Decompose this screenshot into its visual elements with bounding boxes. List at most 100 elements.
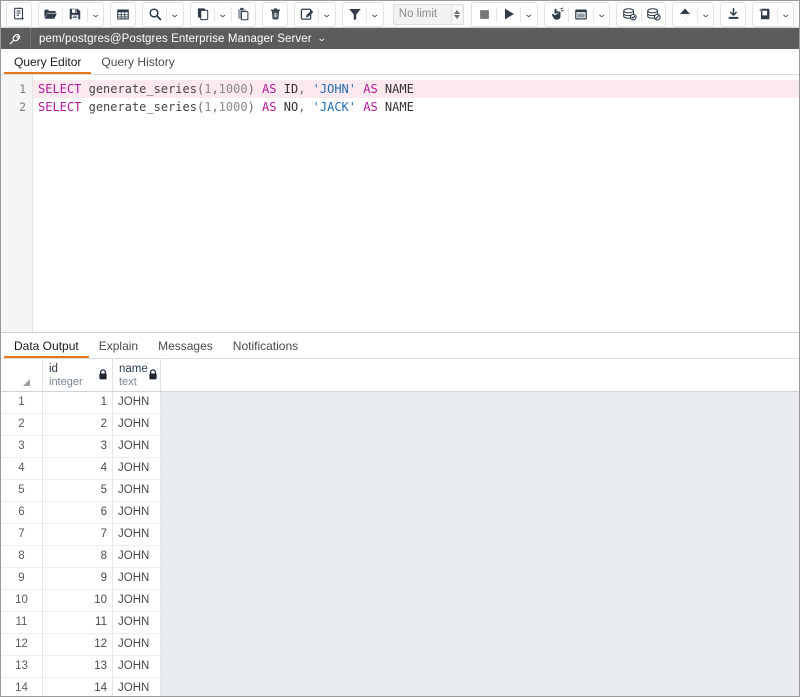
row-number-column-header[interactable] [1, 359, 43, 391]
new-query-tool-button[interactable] [7, 3, 31, 25]
find-dropdown-button[interactable]: ⌄ [167, 3, 183, 25]
tab-explain[interactable]: Explain [89, 340, 148, 358]
copy-dropdown-button[interactable]: ⌄ [215, 3, 231, 25]
open-file-button[interactable] [38, 3, 63, 25]
cell-name[interactable]: JOHN [113, 568, 161, 589]
table-row[interactable]: 11 11 JOHN [1, 612, 799, 634]
column-header-name[interactable]: name text [113, 359, 161, 391]
table-row[interactable]: 9 9 JOHN [1, 568, 799, 590]
data-output-grid[interactable]: id integer name text 1 1 JOHN 2 2 JOHN 3 3 JOHN 4 4 JO… [1, 359, 799, 696]
execute-dropdown-button[interactable]: ⌄ [521, 3, 537, 25]
chevron-down-icon: ⌄ [90, 8, 101, 19]
connection-chevron-down-icon[interactable]: ⌄ [317, 33, 327, 44]
explain-analyze-button[interactable] [569, 3, 593, 25]
row-filler [161, 392, 799, 413]
row-number-cell: 13 [1, 656, 43, 677]
edit-grid-button[interactable] [111, 3, 135, 25]
table-row[interactable]: 4 4 JOHN [1, 458, 799, 480]
connection-bar[interactable]: pem/postgres@Postgres Enterprise Manager… [1, 28, 799, 49]
tab-query-history[interactable]: Query History [91, 56, 184, 74]
sql-code-area[interactable]: SELECT generate_series(1,1000) AS ID, 'J… [33, 75, 799, 332]
tab-notifications[interactable]: Notifications [223, 340, 308, 358]
cell-name[interactable]: JOHN [113, 414, 161, 435]
sql-editor[interactable]: 12 SELECT generate_series(1,1000) AS ID,… [1, 75, 799, 333]
copy-button[interactable] [190, 3, 215, 25]
cell-name[interactable]: JOHN [113, 480, 161, 501]
table-row[interactable]: 14 14 JOHN [1, 678, 799, 696]
table-row[interactable]: 12 12 JOHN [1, 634, 799, 656]
row-limit-input[interactable]: No limit [392, 3, 465, 25]
explain-button[interactable] [544, 3, 569, 25]
sql-line[interactable]: SELECT generate_series(1,1000) AS NO, 'J… [33, 98, 799, 116]
cell-id[interactable]: 6 [43, 502, 113, 523]
cell-id[interactable]: 14 [43, 678, 113, 696]
header-filler [161, 359, 799, 391]
cell-name[interactable]: JOHN [113, 612, 161, 633]
select-all-triangle-icon[interactable] [23, 379, 30, 386]
edit-button[interactable] [294, 3, 319, 25]
stop-query-button[interactable] [472, 3, 496, 25]
row-limit-stepper[interactable] [451, 5, 463, 23]
find-button[interactable] [142, 3, 167, 25]
explain-dropdown-button[interactable]: ⌄ [593, 3, 610, 25]
macros-dropdown-button[interactable]: ⌄ [777, 3, 793, 25]
cell-id[interactable]: 12 [43, 634, 113, 655]
save-file-button[interactable] [63, 3, 87, 25]
cell-name[interactable]: JOHN [113, 546, 161, 567]
filter-dropdown-button[interactable]: ⌄ [367, 3, 383, 25]
sql-token: generate_series [88, 82, 197, 96]
sql-token: 1000 [218, 82, 248, 96]
tab-data-output[interactable]: Data Output [4, 340, 89, 358]
cell-id[interactable]: 13 [43, 656, 113, 677]
table-row[interactable]: 3 3 JOHN [1, 436, 799, 458]
download-csv-button[interactable] [721, 3, 746, 25]
filter-button[interactable] [342, 3, 367, 25]
macros-button[interactable] [753, 3, 777, 25]
commit-button[interactable] [617, 3, 641, 25]
cell-name[interactable]: JOHN [113, 590, 161, 611]
table-row[interactable]: 5 5 JOHN [1, 480, 799, 502]
table-row[interactable]: 2 2 JOHN [1, 414, 799, 436]
cell-id[interactable]: 4 [43, 458, 113, 479]
table-row[interactable]: 7 7 JOHN [1, 524, 799, 546]
sql-line[interactable]: SELECT generate_series(1,1000) AS ID, 'J… [33, 80, 799, 98]
cell-id[interactable]: 10 [43, 590, 113, 611]
cell-id[interactable]: 9 [43, 568, 113, 589]
cell-name[interactable]: JOHN [113, 634, 161, 655]
column-header-id[interactable]: id integer [43, 359, 113, 391]
cell-id[interactable]: 1 [43, 392, 113, 413]
cell-id[interactable]: 2 [43, 414, 113, 435]
cell-name[interactable]: JOHN [113, 656, 161, 677]
grid-body[interactable]: 1 1 JOHN 2 2 JOHN 3 3 JOHN 4 4 JOHN 5 5 JOHN 6 6 JOHN 7 7 JO… [1, 392, 799, 696]
rollback-button[interactable] [641, 3, 666, 25]
cell-name[interactable]: JOHN [113, 458, 161, 479]
cell-name[interactable]: JOHN [113, 502, 161, 523]
cell-id[interactable]: 8 [43, 546, 113, 567]
execute-query-button[interactable] [496, 3, 521, 25]
cell-id[interactable]: 3 [43, 436, 113, 457]
cell-name[interactable]: JOHN [113, 436, 161, 457]
cell-name[interactable]: JOHN [113, 678, 161, 696]
chevron-down-icon: ⌄ [596, 8, 607, 19]
table-row[interactable]: 10 10 JOHN [1, 590, 799, 612]
cell-id[interactable]: 7 [43, 524, 113, 545]
edit-dropdown-button[interactable]: ⌄ [319, 3, 335, 25]
clear-button[interactable] [673, 3, 698, 25]
table-row[interactable]: 6 6 JOHN [1, 502, 799, 524]
cell-name[interactable]: JOHN [113, 524, 161, 545]
table-row[interactable]: 8 8 JOHN [1, 546, 799, 568]
table-row[interactable]: 13 13 JOHN [1, 656, 799, 678]
macros-group: ⌄ [752, 1, 794, 27]
clear-dropdown-button[interactable]: ⌄ [697, 3, 714, 25]
tab-messages[interactable]: Messages [148, 340, 223, 358]
delete-row-button[interactable] [263, 3, 287, 25]
cell-id[interactable]: 11 [43, 612, 113, 633]
cell-name[interactable]: JOHN [113, 392, 161, 413]
table-group [110, 1, 136, 27]
table-row[interactable]: 1 1 JOHN [1, 392, 799, 414]
save-dropdown-button[interactable]: ⌄ [87, 3, 104, 25]
tab-query-editor[interactable]: Query Editor [4, 56, 92, 74]
cell-id[interactable]: 5 [43, 480, 113, 501]
paste-button[interactable] [231, 3, 256, 25]
explain-group: ⌄ [543, 1, 611, 27]
